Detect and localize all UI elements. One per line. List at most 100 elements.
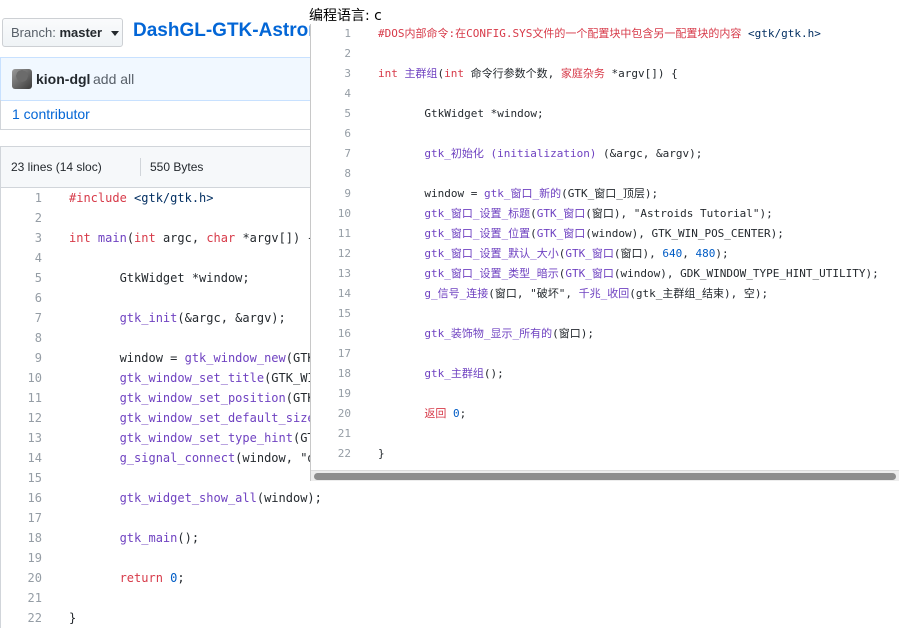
line-number[interactable]: 7 [1,308,42,328]
line-code: GtkWidget *window; [69,271,250,285]
line-code: gtk_主群组(); [424,367,504,380]
code-line: 4 [1,248,320,268]
line-code: gtk_window_set_type_hint(GTK_W [119,431,320,445]
code-line: 19 [1,548,320,568]
line-code: int 主群组(int 命令行参数个数, 家庭杂务 *argv[]) { [378,67,678,80]
line-code: gtk_初始化 (initialization) (&argc, &argv); [424,147,703,160]
line-number[interactable]: 9 [1,348,42,368]
line-number[interactable]: 5 [311,104,351,124]
code-line: 1 #include <gtk/gtk.h> [1,188,320,208]
line-number[interactable]: 4 [311,84,351,104]
line-number[interactable]: 1 [1,188,42,208]
file-info-bar: 23 lines (14 sloc) 550 Bytes [0,146,320,188]
line-number[interactable]: 12 [1,408,42,428]
line-number[interactable]: 22 [1,608,42,628]
caret-down-icon [110,31,119,37]
line-number[interactable]: 9 [311,184,351,204]
code-line: 22} [1,608,320,628]
line-number[interactable]: 5 [1,268,42,288]
code-line: 20 return 0; [1,568,320,588]
line-number[interactable]: 2 [1,208,42,228]
line-number[interactable]: 17 [311,344,351,364]
branch-select-button[interactable]: Branch: master [2,18,123,47]
contributors-bar: 1 contributor [0,100,320,130]
line-number[interactable]: 13 [1,428,42,448]
translation-popup: 1 #DOS内部命令:在CONFIG.SYS文件的一个配置块中包含另一配置块的内容… [310,24,899,481]
line-code: gtk_窗口_设置_标题(GTK_窗口(窗口), "Astroids Tutor… [424,207,773,220]
line-code: int main(int argc, char *argv[]) { [69,231,315,245]
line-code: #DOS内部命令:在CONFIG.SYS文件的一个配置块中包含另一配置块的内容 … [378,27,821,40]
line-code: gtk_窗口_设置_默认_大小(GTK_窗口(窗口), 640, 480); [424,247,729,260]
avatar[interactable] [12,69,32,89]
code-line: 14 g_signal_connect(window, "dest [1,448,320,468]
line-number[interactable]: 21 [311,424,351,444]
code-line: 16 gtk_widget_show_all(window); [1,488,320,508]
line-number[interactable]: 14 [311,284,351,304]
code-line: 7 gtk_init(&argc, &argv); [1,308,320,328]
line-number[interactable]: 16 [1,488,42,508]
language-label: 编程语言: c [309,5,382,25]
line-number[interactable]: 18 [311,364,351,384]
line-number[interactable]: 17 [1,508,42,528]
horizontal-scrollbar[interactable] [311,470,899,481]
line-code: gtk_装饰物_显示_所有的(窗口); [424,327,594,340]
line-number[interactable]: 10 [1,368,42,388]
line-number[interactable]: 7 [311,144,351,164]
line-number[interactable]: 11 [1,388,42,408]
line-code: window = gtk_窗口_新的(GTK_窗口_顶层); [378,187,659,200]
line-code: } [378,447,385,460]
branch-label: Branch: [11,25,56,40]
code-line: 10 gtk_window_set_title(GTK_WINDO [1,368,320,388]
contributors-link[interactable]: 1 contributor [12,106,90,122]
line-number[interactable]: 1 [311,24,351,44]
line-number[interactable]: 6 [1,288,42,308]
line-code: gtk_main(); [119,531,200,545]
line-code: #include <gtk/gtk.h> [69,191,214,205]
line-number[interactable]: 6 [311,124,351,144]
line-number[interactable]: 15 [311,304,351,324]
line-code: gtk_window_set_position(GTK_WI [119,391,320,405]
code-line: 8 [1,328,320,348]
code-line: 17 [1,508,320,528]
line-code: gtk_窗口_设置_位置(GTK_窗口(window), GTK_WIN_POS… [424,227,784,240]
line-code: g_signal_connect(window, "dest [119,451,320,465]
line-number[interactable]: 22 [311,444,351,464]
line-number[interactable]: 16 [311,324,351,344]
code-line: 2 [1,208,320,228]
line-code: gtk_init(&argc, &argv); [119,311,286,325]
line-number[interactable]: 12 [311,244,351,264]
line-code: return 0; [119,571,185,585]
line-number[interactable]: 2 [311,44,351,64]
line-code: 返回 0; [424,407,467,420]
commit-author-link[interactable]: kion-dgl [36,71,90,87]
line-number[interactable]: 4 [1,248,42,268]
line-number[interactable]: 20 [1,568,42,588]
line-number[interactable]: 10 [311,204,351,224]
branch-value: master [59,25,103,40]
code-line: 11 gtk_window_set_position(GTK_WI [1,388,320,408]
line-number[interactable]: 18 [1,528,42,548]
line-number[interactable]: 3 [311,64,351,84]
line-code: window = gtk_window_new(GTK_WI [69,351,320,365]
file-line-count: 23 lines (14 sloc) [11,160,102,174]
repo-path-link[interactable]: DashGL-GTK-Astroids- [133,20,311,42]
line-number[interactable]: 21 [1,588,42,608]
commit-message[interactable]: add all [93,71,134,87]
code-line: 12 gtk_window_set_default_size(GT [1,408,320,428]
line-number[interactable]: 11 [311,224,351,244]
code-view: 1 #include <gtk/gtk.h> 2 3 int main(int argc… [0,188,320,628]
line-number[interactable]: 15 [1,468,42,488]
line-number[interactable]: 8 [311,164,351,184]
line-code: gtk_window_set_title(GTK_WINDO [119,371,320,385]
line-number[interactable]: 8 [1,328,42,348]
line-number[interactable]: 3 [1,228,42,248]
line-number[interactable]: 20 [311,404,351,424]
line-code: gtk_窗口_设置_类型_暗示(GTK_窗口(window), GDK_WIND… [424,267,879,280]
line-number[interactable]: 19 [1,548,42,568]
line-code: gtk_window_set_default_size(GT [119,411,320,425]
line-number[interactable]: 14 [1,448,42,468]
line-number[interactable]: 13 [311,264,351,284]
code-line: 3 int main(int argc, char *argv[]) { [1,228,320,248]
line-number[interactable]: 19 [311,384,351,404]
scrollbar-thumb[interactable] [314,473,896,480]
